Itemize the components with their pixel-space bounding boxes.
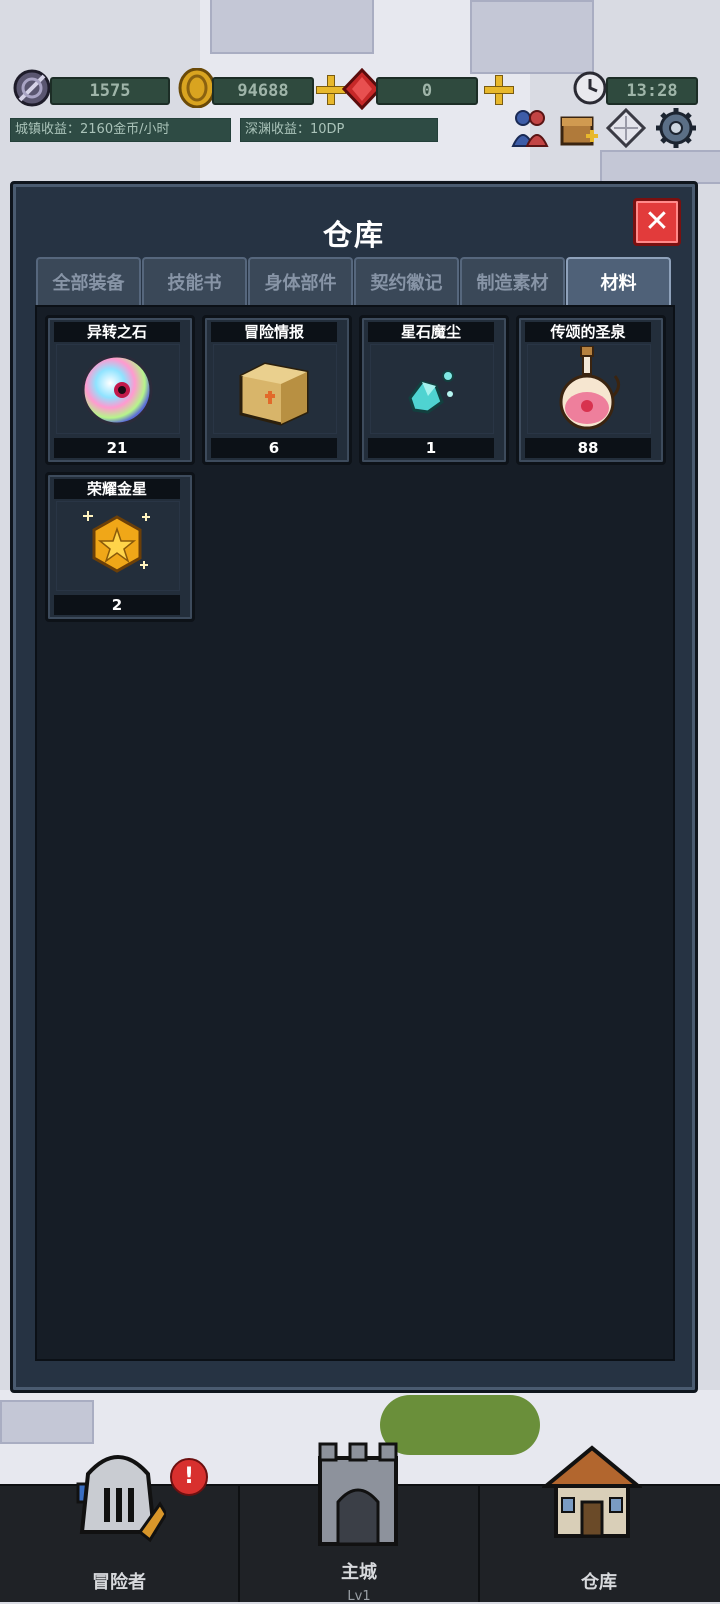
add-gem-button[interactable] — [484, 75, 514, 105]
energy-icon — [10, 66, 54, 110]
item-slot-glory-star[interactable]: 荣耀金星 2 — [45, 472, 195, 622]
item-count: 88 — [525, 438, 651, 458]
energy-value: 1575 — [50, 77, 170, 105]
gold-star-icon — [78, 503, 156, 587]
panel-title: 仓库 — [322, 218, 385, 252]
rainbow-orb-icon — [78, 346, 156, 430]
knight-helmet-icon — [76, 1455, 166, 1543]
close-button[interactable]: ✕ — [633, 198, 681, 246]
crystal-dust-icon — [392, 346, 470, 430]
item-name: 星石魔尘 — [368, 322, 494, 342]
mail-icon[interactable] — [604, 106, 647, 150]
abyss-income-label: 深渊收益：10DP — [240, 118, 438, 142]
add-gold-button[interactable] — [316, 75, 346, 105]
item-count: 2 — [54, 595, 180, 615]
nav-adventurer[interactable]: ! 冒险者 — [0, 1455, 240, 1602]
tab-all-equipment[interactable]: 全部装备 — [36, 257, 141, 307]
nav-warehouse[interactable]: 仓库 — [480, 1445, 718, 1602]
item-slot-rainbow-stone[interactable]: 异转之石 21 — [45, 315, 195, 465]
item-slot-holy-spring[interactable]: 传颂的圣泉 88 — [516, 315, 666, 465]
nav-main-city-label: 主城 — [341, 1562, 377, 1583]
town-income-label: 城镇收益：2160金币/小时 — [10, 118, 231, 142]
item-name: 冒险情报 — [211, 322, 337, 342]
item-name: 荣耀金星 — [54, 479, 180, 499]
nav-main-city[interactable]: 主城 Lv1 — [240, 1442, 480, 1604]
item-count: 1 — [368, 438, 494, 458]
gold-value: 94688 — [212, 77, 314, 105]
nav-warehouse-label: 仓库 — [581, 1572, 617, 1593]
bottom-navigation: ! 冒险者 主城 Lv1 仓库 — [0, 1442, 720, 1604]
warehouse-house-icon — [542, 1445, 642, 1538]
tab-skill-books[interactable]: 技能书 — [142, 257, 247, 307]
potion-icon — [549, 345, 627, 430]
tab-body-parts[interactable]: 身体部件 — [248, 257, 353, 307]
clock-icon — [572, 70, 608, 106]
item-slot-stardust[interactable]: 星石魔尘 1 — [359, 315, 509, 465]
settings-gear-icon[interactable] — [654, 106, 696, 150]
warehouse-panel: 仓库 ✕ 全部装备 技能书 身体部件 契约徽记 制造素材 材料 异转之石 21 … — [10, 181, 698, 1393]
item-count: 6 — [211, 438, 337, 458]
alert-badge: ! — [170, 1458, 208, 1496]
gold-coin-icon — [178, 67, 216, 109]
castle-gate-icon — [318, 1442, 398, 1546]
tab-materials[interactable]: 材料 — [566, 257, 671, 307]
category-tabs: 全部装备 技能书 身体部件 契约徽记 制造素材 材料 — [36, 257, 672, 307]
tab-crafting-materials[interactable]: 制造素材 — [460, 257, 565, 307]
nav-main-city-level: Lv1 — [347, 1589, 371, 1604]
close-icon: ✕ — [644, 204, 670, 239]
item-slot-adventure-intel[interactable]: 冒险情报 6 — [202, 315, 352, 465]
item-name: 异转之石 — [54, 322, 180, 342]
item-name: 传颂的圣泉 — [525, 322, 651, 342]
clock-time: 13:28 — [606, 77, 698, 105]
gem-value: 0 — [376, 77, 478, 105]
crate-icon — [235, 346, 313, 430]
tab-contract-emblems[interactable]: 契约徽记 — [354, 257, 459, 307]
nav-adventurer-label: 冒险者 — [92, 1572, 146, 1593]
treasure-box-icon[interactable] — [556, 106, 598, 150]
characters-icon[interactable] — [510, 106, 550, 150]
item-count: 21 — [54, 438, 180, 458]
items-grid: 异转之石 21 冒险情报 6 星石魔尘 1 传颂的圣泉 88 荣耀金星 2 — [35, 305, 675, 1361]
